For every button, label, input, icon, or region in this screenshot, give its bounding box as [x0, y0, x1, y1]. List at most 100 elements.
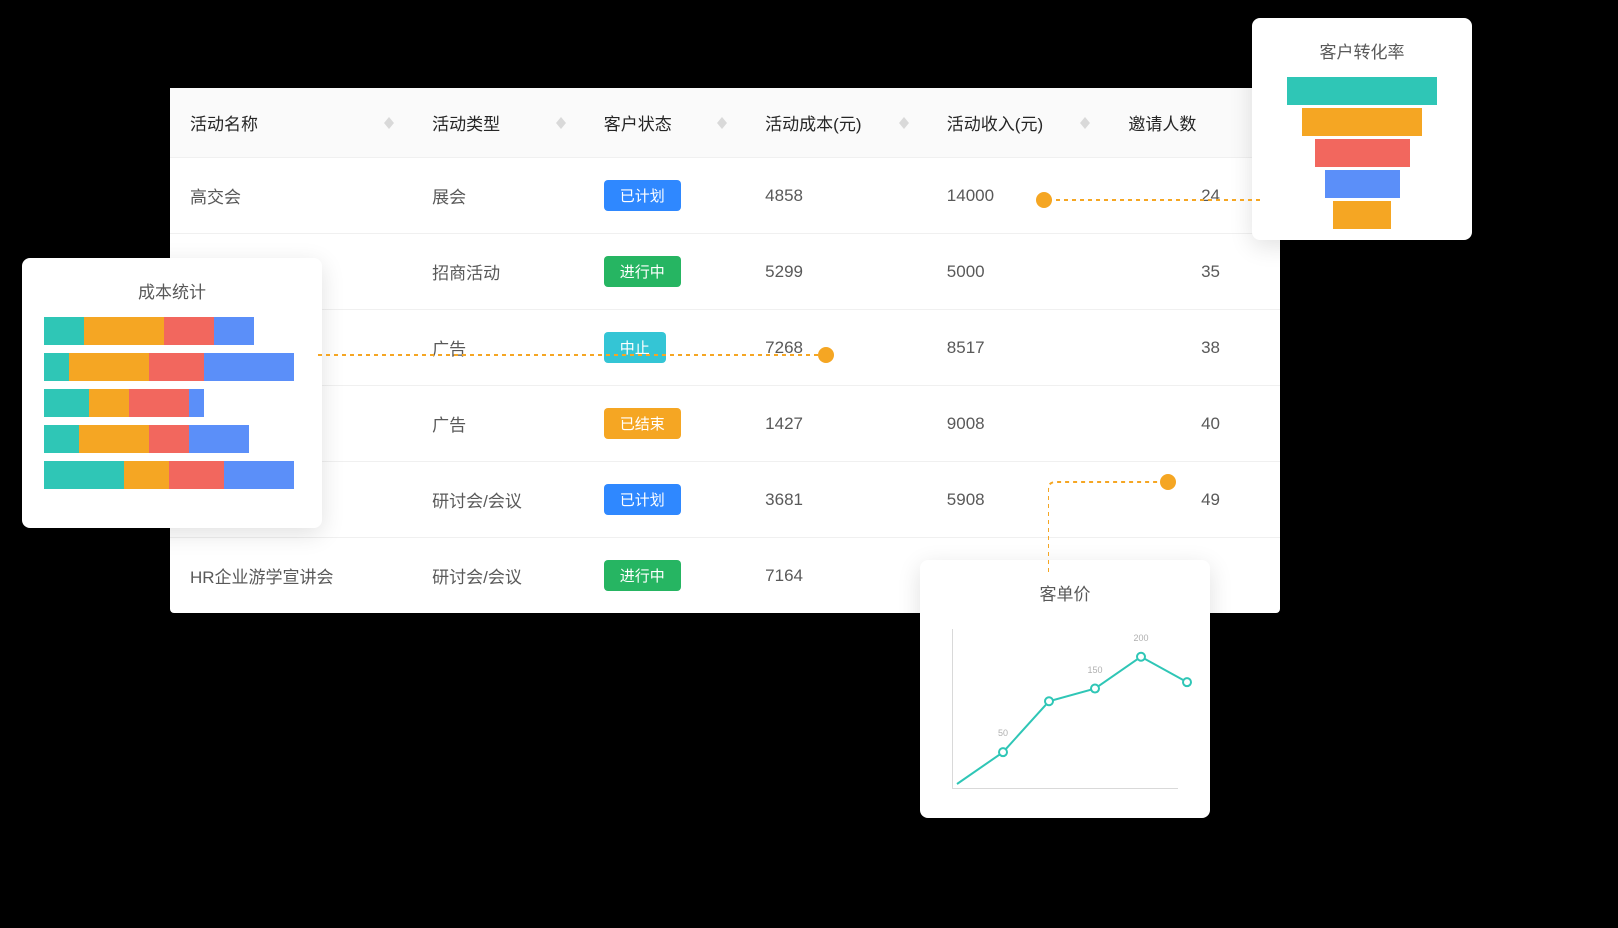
data-point-label: 50 [998, 728, 1008, 738]
bar-segment [149, 425, 189, 453]
cell-type: 研讨会/会议 [412, 462, 584, 538]
funnel-segment [1333, 201, 1391, 229]
status-badge: 已结束 [604, 408, 681, 439]
line-chart: 50 150 200 [942, 619, 1188, 809]
column-header-label: 活动类型 [432, 115, 500, 134]
cell-type: 广告 [412, 386, 584, 462]
column-header-label: 客户状态 [604, 115, 672, 134]
status-badge: 进行中 [604, 560, 681, 591]
status-badge: 已计划 [604, 180, 681, 211]
bar-segment [189, 425, 249, 453]
status-badge: 中止 [604, 332, 666, 363]
bar-row [44, 353, 300, 381]
connector-dot [1160, 474, 1176, 490]
bar-segment [44, 389, 89, 417]
bar-segment [69, 353, 149, 381]
table-row[interactable]: 告推广广告已结束1427900840 [170, 386, 1280, 462]
cell-type: 广告 [412, 310, 584, 386]
bar-segment [214, 317, 254, 345]
bar-segment [79, 425, 149, 453]
bar-row [44, 317, 300, 345]
cell-type: 招商活动 [412, 234, 584, 310]
funnel-segment [1287, 77, 1437, 105]
cell-cost: 7164 [745, 538, 927, 614]
table-row[interactable]: 广告中止7268851738 [170, 310, 1280, 386]
cell-name: HR企业游学宣讲会 [170, 538, 412, 614]
column-header-label: 活动成本(元) [765, 115, 861, 134]
cell-status: 中止 [584, 310, 745, 386]
column-header-label: 邀请人数 [1128, 115, 1196, 134]
column-header-status[interactable]: 客户状态 [584, 88, 745, 158]
cell-cost: 3681 [745, 462, 927, 538]
bar-segment [149, 353, 204, 381]
cell-type: 研讨会/会议 [412, 538, 584, 614]
cell-invite: 40 [1108, 386, 1280, 462]
column-header-cost[interactable]: 活动成本(元) [745, 88, 927, 158]
bar-segment [44, 425, 79, 453]
table-row[interactable]: 招商活动招商活动进行中5299500035 [170, 234, 1280, 310]
sort-icon[interactable] [1080, 117, 1090, 129]
funnel-segment [1302, 108, 1422, 136]
cell-status: 进行中 [584, 538, 745, 614]
cell-invite: 49 [1108, 462, 1280, 538]
cell-income: 14000 [927, 158, 1109, 234]
status-badge: 进行中 [604, 256, 681, 287]
unit-price-card: 客单价 50 150 200 [920, 560, 1210, 818]
funnel-segment [1315, 139, 1410, 167]
cell-status: 已计划 [584, 462, 745, 538]
cost-bar-chart [44, 317, 300, 507]
card-title: 客户转化率 [1274, 38, 1450, 63]
funnel-chart [1274, 77, 1450, 229]
sort-icon[interactable] [899, 117, 909, 129]
sort-icon[interactable] [556, 117, 566, 129]
bar-segment [124, 461, 169, 489]
column-header-label: 活动名称 [190, 115, 258, 134]
data-point-label: 200 [1133, 633, 1148, 643]
cell-invite: 35 [1108, 234, 1280, 310]
bar-segment [44, 353, 69, 381]
column-header-type[interactable]: 活动类型 [412, 88, 584, 158]
conversion-card: 客户转化率 [1252, 18, 1472, 240]
bar-segment [44, 461, 124, 489]
table-row[interactable]: 务合作大会研讨会/会议已计划3681590849 [170, 462, 1280, 538]
bar-segment [84, 317, 164, 345]
cell-type: 展会 [412, 158, 584, 234]
bar-segment [204, 353, 294, 381]
status-badge: 已计划 [604, 484, 681, 515]
cell-status: 进行中 [584, 234, 745, 310]
cell-cost: 5299 [745, 234, 927, 310]
bar-segment [169, 461, 224, 489]
cell-invite: 38 [1108, 310, 1280, 386]
cell-income: 9008 [927, 386, 1109, 462]
funnel-segment [1325, 170, 1400, 198]
cell-cost: 7268 [745, 310, 927, 386]
connector-dot [818, 347, 834, 363]
bar-row [44, 425, 300, 453]
bar-row [44, 389, 300, 417]
bar-segment [164, 317, 214, 345]
cell-cost: 4858 [745, 158, 927, 234]
activity-table-card: 活动名称 活动类型 客户状态 [170, 88, 1280, 613]
sort-icon[interactable] [384, 117, 394, 129]
column-header-label: 活动收入(元) [947, 115, 1043, 134]
sort-icon[interactable] [717, 117, 727, 129]
column-header-income[interactable]: 活动收入(元) [927, 88, 1109, 158]
cell-income: 5000 [927, 234, 1109, 310]
table-row[interactable]: 高交会展会已计划48581400024 [170, 158, 1280, 234]
card-title: 客单价 [942, 580, 1188, 605]
cost-stat-card: 成本统计 [22, 258, 322, 528]
cell-cost: 1427 [745, 386, 927, 462]
cell-status: 已计划 [584, 158, 745, 234]
bar-segment [89, 389, 129, 417]
card-title: 成本统计 [44, 278, 300, 303]
bar-segment [129, 389, 189, 417]
bar-segment [189, 389, 204, 417]
cell-name: 高交会 [170, 158, 412, 234]
cell-status: 已结束 [584, 386, 745, 462]
cell-income: 5908 [927, 462, 1109, 538]
column-header-name[interactable]: 活动名称 [170, 88, 412, 158]
bar-segment [224, 461, 294, 489]
connector-dot [1036, 192, 1052, 208]
data-point-label: 150 [1087, 665, 1102, 675]
bar-segment [44, 317, 84, 345]
